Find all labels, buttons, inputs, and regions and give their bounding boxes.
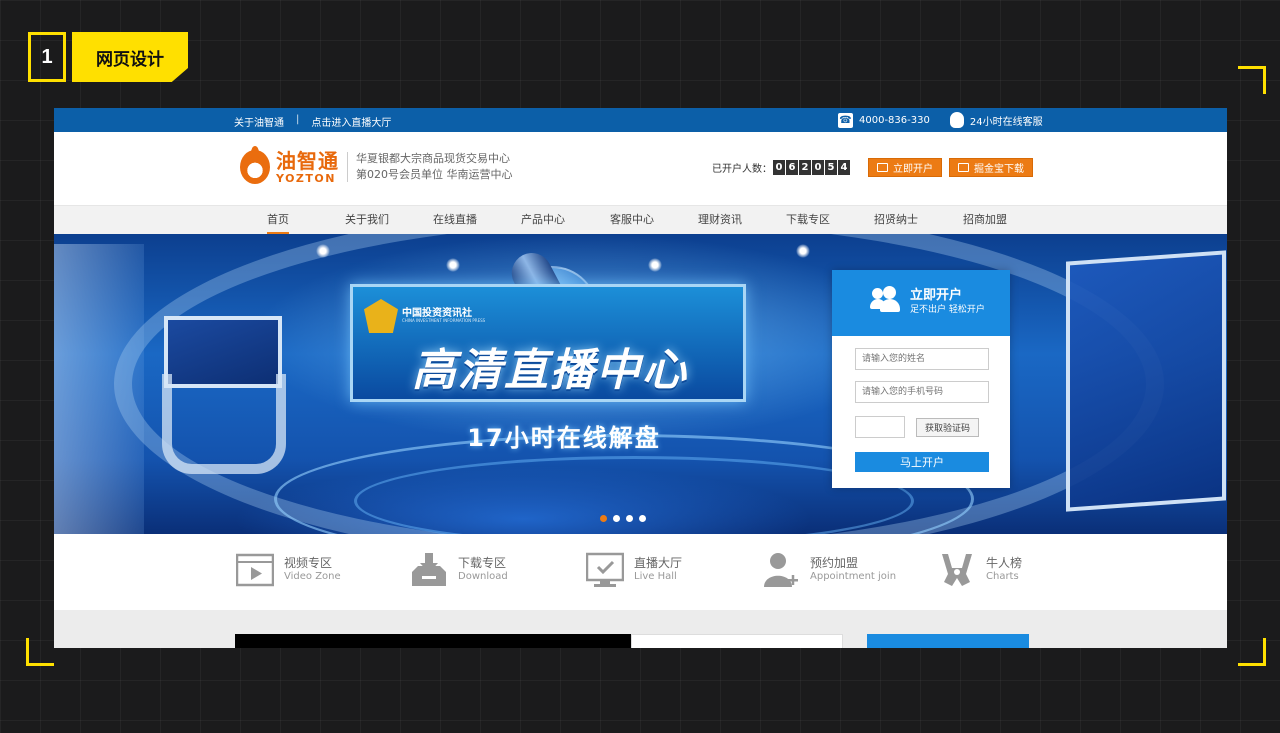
signup-subtitle: 足不出户 轻松开户 [910,305,985,315]
download-icon [412,553,446,586]
corner-bracket-bottom-left [26,638,54,666]
carousel-dot[interactable] [626,515,633,522]
add-user-icon [764,553,798,587]
content-block-dark [235,634,631,648]
verification-code-input[interactable] [855,416,905,438]
flame-logo-icon [240,146,270,184]
website-mockup: 关于油智通 | 点击进入直播大厅 ☎ 4000-836-330 24小时在线客服… [54,108,1227,648]
hero-subtitle: 17小时在线解盘 [467,424,661,452]
press-name-en: CHINA INVESTMENT INFORMATION PRESS [402,318,486,324]
feature-label-en: Charts [986,571,1019,582]
logo-divider [347,152,348,182]
monitor-small-icon [958,163,969,172]
feature-charts[interactable]: 牛人榜 Charts [938,552,1022,588]
top-bar: 关于油智通 | 点击进入直播大厅 ☎ 4000-836-330 24小时在线客服 [54,108,1227,132]
carousel-dot[interactable] [600,515,607,522]
nav-products[interactable]: 产品中心 [521,206,565,234]
corner-bracket-bottom-right [1238,638,1266,666]
content-block-blue [867,634,1029,648]
feature-label-en: Download [458,571,508,582]
nav-franchise[interactable]: 招商加盟 [963,206,1007,234]
online-service-label: 24小时在线客服 [969,116,1043,128]
main-nav: 首页 关于我们 在线直播 产品中心 客服中心 理财资讯 下载专区 招贤纳士 招商… [54,206,1227,234]
name-input[interactable] [855,348,989,370]
slide-number: 1 [28,32,66,82]
feature-download[interactable]: 下载专区 Download [410,552,508,588]
corner-bracket-top-right [1238,66,1266,94]
monitor-icon [586,552,624,587]
open-account-button[interactable]: 立即开户 [868,158,942,177]
logo-cn: 油智通 [276,148,339,173]
feature-label-en: Appointment join [810,571,897,582]
nav-careers[interactable]: 招贤纳士 [874,206,918,234]
feature-label: 牛人榜 [986,556,1023,570]
phone-input[interactable] [855,381,989,403]
hero-title: 高清直播中心 [412,345,688,396]
phone-icon: ☎ [838,112,853,128]
feature-live-hall[interactable]: 直播大厅 Live Hall [586,552,682,588]
users-icon [870,286,900,312]
header: 油智通 YOZTON 华夏银都大宗商品现货交易中心 第020号会员单位 华南运营… [54,132,1227,206]
feature-label-en: Video Zone [284,571,341,582]
counter-label: 已开户人数： [712,164,772,175]
slide-title: 网页设计 [72,32,188,82]
hero-banner: 中国投资资讯社 CHINA INVESTMENT INFORMATION PRE… [54,234,1227,534]
logo-en: YOZTON [276,171,336,185]
logo[interactable]: 油智通 YOZTON 华夏银都大宗商品现货交易中心 第020号会员单位 华南运营… [240,146,513,185]
download-app-button[interactable]: 掘金宝下载 [949,158,1033,177]
account-counter: 已开户人数： 0 6 2 0 5 4 [712,160,850,175]
online-service-link[interactable]: 24小时在线客服 [949,112,1043,128]
nav-home[interactable]: 首页 [267,206,289,234]
counter-digit: 0 [812,160,824,175]
feature-label-en: Live Hall [634,571,677,582]
trophy-icon [942,554,972,586]
live-hall-link[interactable]: 点击进入直播大厅 [311,114,391,129]
slogan-line-1: 华夏银都大宗商品现货交易中心 [356,152,510,165]
qq-penguin-icon [949,112,964,128]
studio-stand [162,374,286,474]
press-logo-icon [364,299,398,333]
phone-number: 4000-836-330 [859,114,930,126]
nav-service[interactable]: 客服中心 [610,206,654,234]
open-account-label: 立即开户 [893,164,933,175]
feature-label: 下载专区 [458,556,507,570]
about-link[interactable]: 关于油智通 [234,114,284,129]
submit-open-account-button[interactable]: 马上开户 [855,452,989,472]
nav-downloads[interactable]: 下载专区 [786,206,830,234]
nav-live[interactable]: 在线直播 [433,206,477,234]
signup-form: 立即开户 足不出户 轻松开户 获取验证码 马上开户 [832,270,1010,488]
slogan-line-2: 第020号会员单位 华南运营中心 [356,168,513,181]
monitor-small-icon [877,163,888,172]
studio-light [796,244,810,258]
topbar-separator: | [296,114,300,125]
download-app-label: 掘金宝下载 [974,164,1024,175]
signup-title: 立即开户 [910,288,963,303]
studio-screen-right [1066,250,1226,512]
counter-digit: 5 [825,160,837,175]
feature-label: 预约加盟 [810,556,859,570]
counter-digit: 4 [838,160,850,175]
carousel-dots [600,515,646,522]
feature-label: 视频专区 [284,556,333,570]
signup-header: 立即开户 足不出户 轻松开户 [832,270,1010,336]
counter-digit: 6 [786,160,798,175]
carousel-dot[interactable] [639,515,646,522]
studio-light [648,258,662,272]
feature-label: 直播大厅 [634,556,683,570]
press-badge: 中国投资资讯社 CHINA INVESTMENT INFORMATION PRE… [364,294,504,338]
nav-about[interactable]: 关于我们 [345,206,389,234]
feature-appointment[interactable]: 预约加盟 Appointment join [762,552,896,588]
studio-light [316,244,330,258]
feature-shortcuts: 视频专区 Video Zone 下载专区 Download 直播大厅 Live … [54,534,1227,610]
content-block-light [631,634,843,648]
phone-contact: ☎ 4000-836-330 [838,112,930,128]
get-code-button[interactable]: 获取验证码 [916,418,979,437]
studio-light [446,258,460,272]
nav-news[interactable]: 理财资讯 [698,206,742,234]
carousel-dot[interactable] [613,515,620,522]
video-icon [236,553,274,587]
counter-digit: 0 [773,160,785,175]
counter-digit: 2 [799,160,811,175]
feature-video-zone[interactable]: 视频专区 Video Zone [236,552,341,588]
